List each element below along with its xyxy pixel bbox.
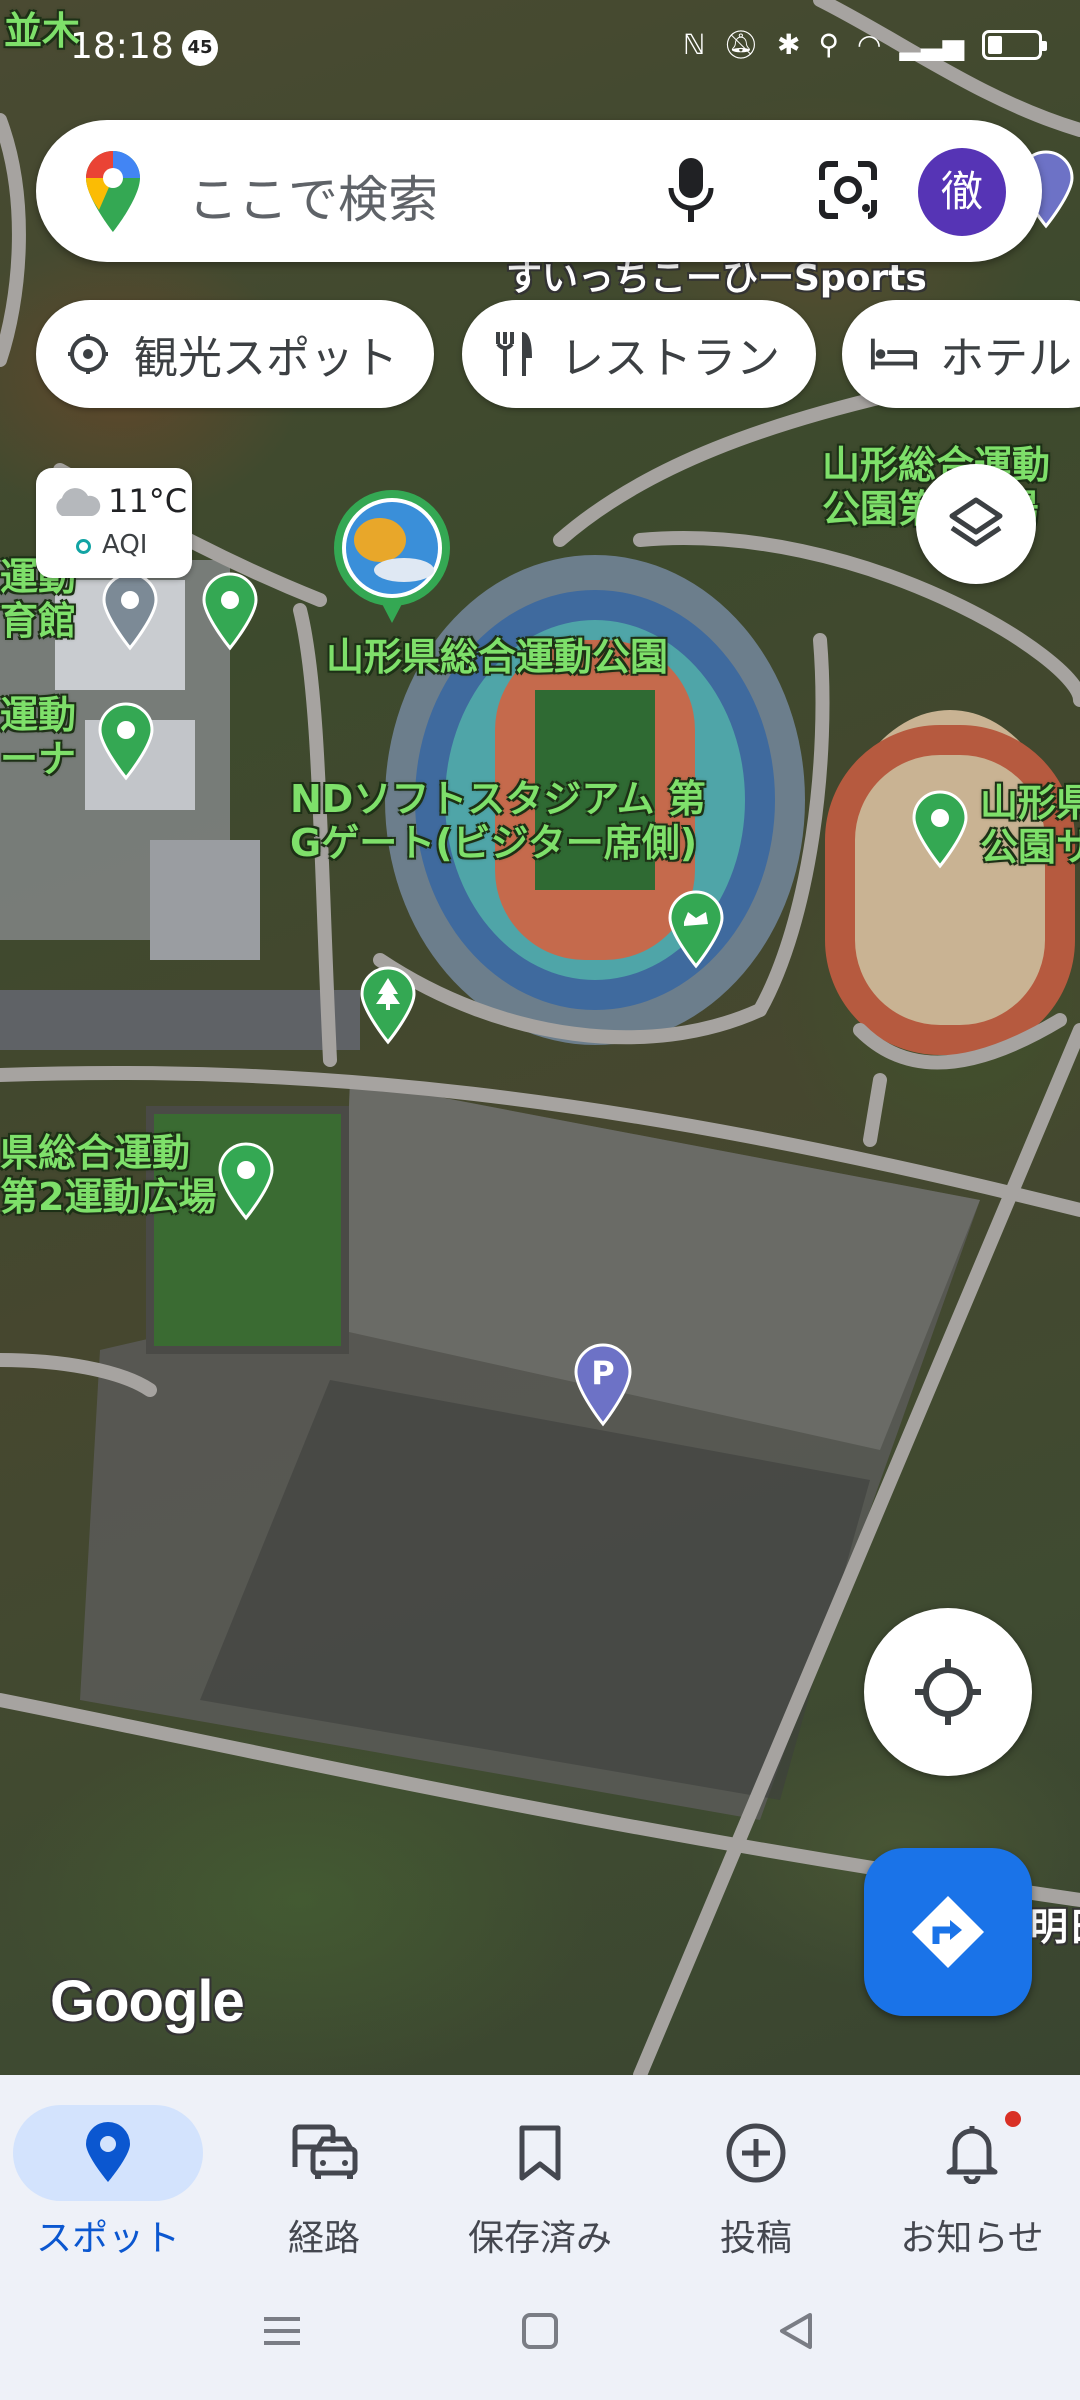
map-label-right-track[interactable]: 山形県 公園サ	[980, 781, 1080, 869]
back-icon[interactable]	[776, 2311, 816, 2355]
search-input[interactable]: ここで検索	[188, 160, 438, 232]
mic-icon[interactable]	[666, 156, 716, 228]
directions-icon	[912, 1896, 984, 1968]
search-bar[interactable]: ここで検索 徹	[36, 120, 1042, 262]
weather-temperature: 11°C	[108, 482, 188, 520]
hotel-icon	[870, 330, 918, 378]
poi-marker-gym[interactable]	[100, 572, 160, 652]
home-icon[interactable]	[520, 2311, 560, 2355]
map-label-sports-cafe[interactable]: すいっちこーひーSports	[506, 258, 927, 299]
chip-attractions[interactable]: 観光スポット	[36, 300, 434, 408]
status-bar: 18:18 45 ℕ 🔕︎ ✱ ⚲ ◠ ▂▃▅	[0, 0, 1080, 96]
parking-icon[interactable]: P	[572, 1342, 634, 1428]
nfc-icon: ℕ	[683, 28, 706, 61]
map-label-arena[interactable]: 運動 ーナ	[0, 693, 76, 781]
bluetooth-icon: ✱	[776, 28, 801, 61]
my-location-button[interactable]	[864, 1608, 1032, 1776]
park-tree-icon[interactable]	[358, 966, 418, 1046]
map-label-second-field[interactable]: 県総合運動 第2運動広場	[0, 1131, 216, 1219]
chip-attractions-label: 観光スポット	[134, 333, 398, 384]
mute-bell-icon: 🔕︎	[723, 28, 759, 61]
layers-button[interactable]	[916, 464, 1036, 584]
weather-widget[interactable]: 11°C AQI	[36, 468, 192, 578]
poi-marker-stadium-gate[interactable]	[666, 890, 726, 970]
system-navigation-bar	[0, 2265, 1080, 2400]
nav-commute-label: 経路	[287, 2218, 360, 2259]
status-time: 18:18	[70, 26, 174, 67]
poi-marker-second-field[interactable]	[216, 1142, 276, 1222]
account-avatar[interactable]: 徹	[918, 148, 1006, 236]
map-label-main-park[interactable]: 山形県総合運動公園	[326, 635, 668, 680]
aqi-indicator-icon	[76, 539, 91, 554]
map-label-right-edge: 明日	[1030, 1905, 1080, 1949]
attractions-icon	[64, 330, 112, 378]
crosshair-icon	[915, 1659, 981, 1725]
signal-icon: ▂▃▅	[899, 28, 964, 61]
nav-updates[interactable]: お知らせ	[864, 2087, 1080, 2259]
svg-text:P: P	[591, 1354, 614, 1392]
chip-hotels-label: ホテル	[940, 333, 1072, 384]
notifications-icon	[946, 2126, 998, 2184]
wifi-icon: ◠	[856, 28, 882, 61]
photo-marker-icon[interactable]	[332, 488, 452, 628]
nav-explore-label: スポット	[35, 2218, 180, 2259]
directions-button[interactable]	[864, 1848, 1032, 2016]
nav-commute[interactable]: 経路	[216, 2087, 432, 2259]
nav-contribute[interactable]: 投稿	[648, 2087, 864, 2259]
nav-updates-label: お知らせ	[900, 2218, 1044, 2259]
google-lens-icon[interactable]	[816, 158, 880, 222]
commute-icon	[292, 2124, 358, 2179]
map-label-stadium-gate[interactable]: NDソフトスタジアム 第 Gゲート(ビジター席側)	[290, 777, 706, 865]
poi-marker-right[interactable]	[910, 790, 970, 870]
chip-restaurants-label: レストラン	[560, 333, 780, 384]
notification-count-badge: 45	[182, 30, 218, 66]
contribute-icon	[726, 2123, 786, 2183]
chip-restaurants[interactable]: レストラン	[462, 300, 816, 408]
nav-explore[interactable]: スポット	[0, 2087, 216, 2259]
nav-contribute-label: 投稿	[719, 2218, 792, 2259]
layers-icon	[949, 497, 1003, 547]
nav-saved-label: 保存済み	[467, 2218, 612, 2259]
notification-dot	[1005, 2111, 1021, 2127]
cloud-icon	[56, 488, 101, 516]
google-maps-pin-icon	[86, 151, 140, 232]
chip-hotels[interactable]: ホテル	[842, 300, 1080, 408]
location-icon: ⚲	[818, 28, 839, 61]
aqi-label: AQI	[102, 530, 148, 560]
google-logo: Google	[50, 1969, 245, 2034]
bookmark-icon	[519, 2125, 561, 2181]
recent-apps-icon[interactable]	[262, 2311, 302, 2355]
poi-marker-arena[interactable]	[96, 702, 156, 782]
poi-marker-green[interactable]	[200, 572, 260, 652]
battery-icon	[982, 29, 1047, 60]
explore-pin-icon	[86, 2122, 130, 2182]
bottom-navigation: スポット 経路 保存済み 投稿 お知らせ	[0, 2075, 1080, 2265]
nav-saved[interactable]: 保存済み	[432, 2087, 648, 2259]
restaurant-icon	[490, 330, 538, 378]
